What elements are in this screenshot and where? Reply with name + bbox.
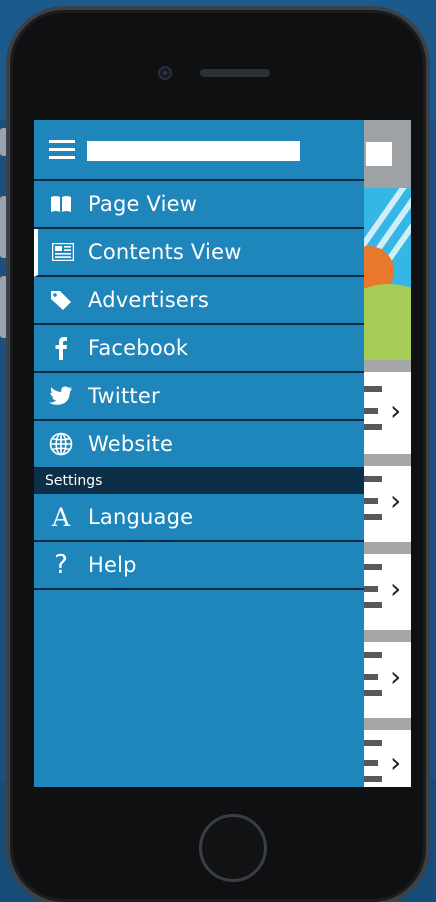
globe-icon xyxy=(34,432,88,456)
newspaper-icon xyxy=(38,243,88,261)
list-separator xyxy=(364,454,411,466)
chevron-right-icon: › xyxy=(390,572,402,605)
content-header xyxy=(364,120,411,188)
list-item[interactable]: › xyxy=(364,642,411,718)
volume-up-button[interactable] xyxy=(0,196,6,258)
hamburger-menu-icon[interactable] xyxy=(49,140,75,160)
volume-down-button[interactable] xyxy=(0,276,6,338)
search-input[interactable] xyxy=(87,141,300,161)
menu-item-twitter[interactable]: Twitter xyxy=(34,373,364,421)
drawer-header xyxy=(34,120,364,181)
menu-item-help[interactable]: ? Help xyxy=(34,542,364,590)
menu-item-language[interactable]: A Language xyxy=(34,494,364,542)
list-separator xyxy=(364,542,411,554)
menu-item-contents-view[interactable]: Contents View xyxy=(34,229,364,277)
menu-item-label: Website xyxy=(88,432,174,456)
menu-item-label: Twitter xyxy=(88,384,160,408)
menu-item-page-view[interactable]: Page View xyxy=(34,181,364,229)
menu-item-label: Language xyxy=(88,505,194,529)
settings-section-header: Settings xyxy=(34,468,364,494)
home-button[interactable] xyxy=(199,814,267,882)
menu-item-label: Advertisers xyxy=(88,288,210,312)
chevron-right-icon: › xyxy=(390,484,402,517)
menu-item-label: Page View xyxy=(88,192,198,216)
menu-item-advertisers[interactable]: Advertisers xyxy=(34,277,364,325)
content-peek: › › › › › xyxy=(364,120,411,787)
menu-item-website[interactable]: Website xyxy=(34,421,364,469)
tag-icon xyxy=(34,290,88,310)
list-item[interactable]: › xyxy=(364,466,411,542)
list-separator xyxy=(364,360,411,372)
list-separator xyxy=(364,630,411,642)
book-icon xyxy=(34,195,88,213)
chevron-right-icon: › xyxy=(390,394,402,427)
menu-item-label: Contents View xyxy=(88,240,242,264)
list-item[interactable]: › xyxy=(364,372,411,454)
facebook-icon xyxy=(34,336,88,360)
app-screen: › › › › › Page View Contents View Advert… xyxy=(34,120,411,787)
letter-a-icon: A xyxy=(51,502,71,532)
twitter-icon xyxy=(34,386,88,406)
camera-icon xyxy=(158,66,172,80)
mute-switch[interactable] xyxy=(0,128,6,156)
question-icon: ? xyxy=(54,550,68,580)
menu-item-label: Help xyxy=(88,553,137,577)
cover-illustration xyxy=(364,188,411,360)
chevron-right-icon: › xyxy=(390,746,402,779)
speaker-grille xyxy=(200,69,270,77)
menu-item-facebook[interactable]: Facebook xyxy=(34,325,364,373)
chevron-right-icon: › xyxy=(390,660,402,693)
menu-item-label: Facebook xyxy=(88,336,189,360)
list-item[interactable]: › xyxy=(364,730,411,787)
list-separator xyxy=(364,718,411,730)
list-item[interactable]: › xyxy=(364,554,411,630)
content-header-box xyxy=(366,142,392,166)
navigation-drawer: Page View Contents View Advertisers Face… xyxy=(34,120,364,787)
